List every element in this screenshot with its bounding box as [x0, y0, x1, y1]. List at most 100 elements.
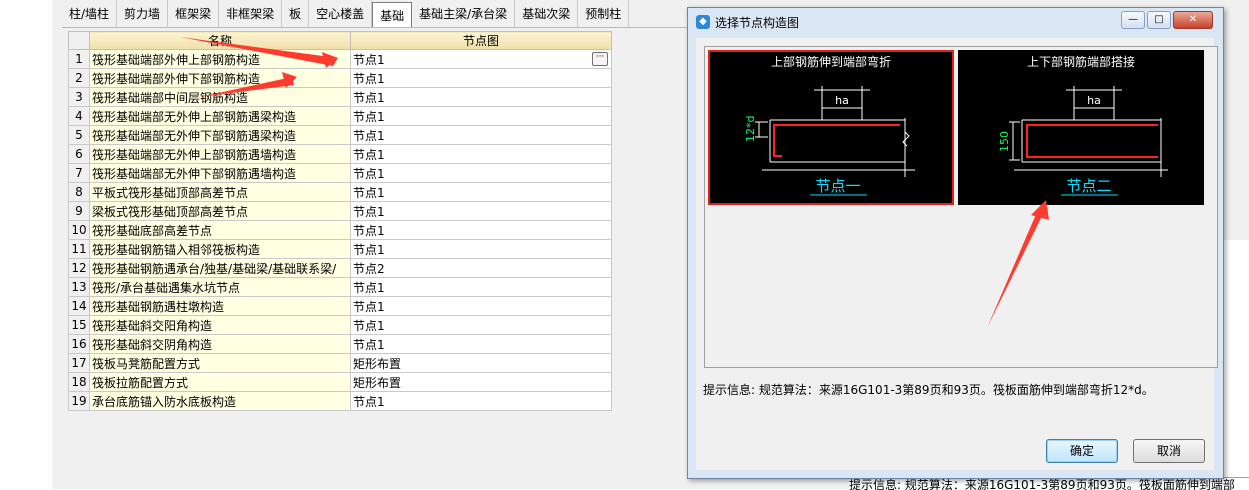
row-node-cell[interactable]: 节点1	[350, 296, 612, 316]
tab-9[interactable]: 预制柱	[578, 0, 630, 27]
table-row[interactable]: 3 筏形基础端部中间层钢筋构造 节点1	[68, 87, 612, 107]
row-node-value: 节点1	[353, 147, 385, 162]
row-node-cell[interactable]: 节点1	[350, 182, 612, 202]
row-name-cell[interactable]: 筏形基础钢筋遇承台/独基/基础梁/基础联系梁/	[89, 258, 351, 278]
row-node-cell[interactable]: 节点1	[350, 220, 612, 240]
table-row[interactable]: 4 筏形基础端部无外伸上部钢筋遇梁构造 节点1	[68, 106, 612, 126]
row-number: 12	[68, 258, 90, 278]
column-header-name: 名称	[89, 31, 351, 50]
tab-4[interactable]: 板	[282, 0, 310, 27]
node-preview-2[interactable]: 上下部钢筋端部搭接 ha 150 节点二	[958, 50, 1204, 205]
left-panel-strip	[0, 0, 53, 489]
hint-info-text: 提示信息: 规范算法：来源16G101-3第89页和93页。筏板面筋伸到端部弯折…	[703, 383, 1154, 397]
row-number: 2	[68, 68, 90, 88]
row-name-cell[interactable]: 筏形基础钢筋遇柱墩构造	[89, 296, 351, 316]
row-name-cell[interactable]: 筏板马凳筋配置方式	[89, 353, 351, 373]
row-node-cell[interactable]: 节点1	[350, 68, 612, 88]
row-name-cell[interactable]: 筏形基础端部无外伸上部钢筋遇梁构造	[89, 106, 351, 126]
row-node-cell[interactable]: 节点1	[350, 391, 612, 411]
preview-title-1: 上部钢筋伸到端部弯折	[771, 54, 891, 69]
table-row[interactable]: 6 筏形基础端部无外伸上部钢筋遇墙构造 节点1	[68, 144, 612, 164]
tab-3[interactable]: 非框架梁	[219, 0, 283, 27]
tab-7[interactable]: 基础主梁/承台梁	[412, 0, 516, 27]
row-node-cell[interactable]: 节点2	[350, 258, 612, 278]
row-name-cell[interactable]: 筏形基础端部中间层钢筋构造	[89, 87, 351, 107]
rebar-top-2	[1026, 124, 1158, 145]
row-node-cell[interactable]: 节点1	[350, 125, 612, 145]
table-row[interactable]: 16 筏形基础斜交阴角构造 节点1	[68, 334, 612, 354]
node-preview-1[interactable]: 上部钢筋伸到端部弯折 ha 12*d 节点一	[708, 50, 954, 205]
row-node-cell[interactable]: 节点1	[350, 277, 612, 297]
row-node-cell[interactable]: 节点1	[350, 144, 612, 164]
row-node-cell[interactable]: 节点1	[350, 239, 612, 259]
tab-6[interactable]: 基础	[372, 2, 413, 27]
table-row[interactable]: 10 筏形基础底部高差节点 节点1	[68, 220, 612, 240]
tab-0[interactable]: 柱/墙柱	[62, 0, 118, 27]
row-number: 15	[68, 315, 90, 335]
table-row[interactable]: 2 筏形基础端部外伸下部钢筋构造 节点1	[68, 68, 612, 88]
row-name-cell[interactable]: 筏形基础端部无外伸上部钢筋遇墙构造	[89, 144, 351, 164]
row-number: 4	[68, 106, 90, 126]
table-row[interactable]: 12 筏形基础钢筋遇承台/独基/基础梁/基础联系梁/节点2	[68, 258, 612, 278]
ok-button[interactable]: 确定	[1046, 439, 1118, 463]
row-node-value: 节点1	[353, 318, 385, 333]
node-drawing-1: 上部钢筋伸到端部弯折 ha 12*d 节点一	[744, 54, 915, 196]
row-node-value: 节点1	[353, 71, 385, 86]
tab-2[interactable]: 框架梁	[168, 0, 220, 27]
table-row[interactable]: 9 梁板式筏形基础顶部高差节点 节点1	[68, 201, 612, 221]
tab-1[interactable]: 剪力墙	[117, 0, 169, 27]
row-node-cell[interactable]: 节点1	[350, 315, 612, 335]
row-node-cell[interactable]: 节点1	[350, 163, 612, 183]
row-name-cell[interactable]: 筏形基础斜交阴角构造	[89, 334, 351, 354]
table-row[interactable]: 19 承台底筋锚入防水底板构造 节点1	[68, 391, 612, 411]
row-name-cell[interactable]: 筏形基础底部高差节点	[89, 220, 351, 240]
row-number: 13	[68, 277, 90, 297]
table-row[interactable]: 11 筏形基础钢筋锚入相邻筏板构造 节点1	[68, 239, 612, 259]
row-name-cell[interactable]: 平板式筏形基础顶部高差节点	[89, 182, 351, 202]
table-row[interactable]: 17 筏板马凳筋配置方式 矩形布置	[68, 353, 612, 373]
row-node-value: 节点1	[353, 337, 385, 352]
dialog-client: 上部钢筋伸到端部弯折 ha 12*d 节点一 上下部钢筋端部搭接 ha 150 …	[696, 38, 1218, 470]
table-row[interactable]: 15 筏形基础斜交阳角构造 节点1	[68, 315, 612, 335]
table-row[interactable]: 5 筏形基础端部无外伸下部钢筋遇梁构造 节点1	[68, 125, 612, 145]
table-row[interactable]: 8 平板式筏形基础顶部高差节点 节点1	[68, 182, 612, 202]
maximize-button[interactable]: □	[1147, 11, 1171, 29]
row-name-cell[interactable]: 筏形基础端部外伸下部钢筋构造	[89, 68, 351, 88]
row-node-cell[interactable]: 节点1	[350, 87, 612, 107]
row-number: 5	[68, 125, 90, 145]
row-node-cell[interactable]: 节点1 ···	[350, 49, 612, 69]
table-row[interactable]: 1 筏形基础端部外伸上部钢筋构造 节点1 ···	[68, 49, 612, 69]
rebar-path-1	[773, 124, 900, 157]
tab-5[interactable]: 空心楼盖	[309, 0, 373, 27]
row-node-cell[interactable]: 节点1	[350, 201, 612, 221]
preview-title-2: 上下部钢筋端部搭接	[1027, 54, 1135, 69]
row-name-cell[interactable]: 筏形基础斜交阳角构造	[89, 315, 351, 335]
row-name-cell[interactable]: 筏形基础端部无外伸下部钢筋遇墙构造	[89, 163, 351, 183]
row-node-cell[interactable]: 矩形布置	[350, 372, 612, 392]
row-name-cell[interactable]: 筏形基础钢筋锚入相邻筏板构造	[89, 239, 351, 259]
ellipsis-icon[interactable]: ···	[592, 52, 608, 66]
background-panel-edge	[1222, 240, 1249, 489]
row-name-cell[interactable]: 梁板式筏形基础顶部高差节点	[89, 201, 351, 221]
tab-8[interactable]: 基础次梁	[515, 0, 579, 27]
table-row[interactable]: 13 筏形/承台基础遇集水坑节点 节点1	[68, 277, 612, 297]
select-node-dialog[interactable]: ◆ 选择节点构造图 — □ ✕ 上部钢筋伸到端部弯折 ha 12*d 节点一 上…	[687, 7, 1224, 479]
close-button[interactable]: ✕	[1173, 11, 1213, 29]
row-name-cell[interactable]: 筏形基础端部外伸上部钢筋构造	[89, 49, 351, 69]
row-node-value: 节点1	[353, 299, 385, 314]
row-name-cell[interactable]: 筏形/承台基础遇集水坑节点	[89, 277, 351, 297]
row-node-cell[interactable]: 节点1	[350, 334, 612, 354]
row-name-cell[interactable]: 承台底筋锚入防水底板构造	[89, 391, 351, 411]
row-node-cell[interactable]: 矩形布置	[350, 353, 612, 373]
category-tabbar: 柱/墙柱 剪力墙 框架梁 非框架梁板空心楼盖 基础 基础主梁/承台梁 基础次梁 预制柱	[62, 0, 742, 28]
table-row[interactable]: 7 筏形基础端部无外伸下部钢筋遇墙构造 节点1	[68, 163, 612, 183]
table-header-row: 名称 节点图	[68, 31, 612, 50]
cancel-button[interactable]: 取消	[1133, 439, 1205, 463]
row-node-cell[interactable]: 节点1	[350, 106, 612, 126]
row-name-cell[interactable]: 筏形基础端部无外伸下部钢筋遇梁构造	[89, 125, 351, 145]
table-row[interactable]: 18 筏板拉筋配置方式 矩形布置	[68, 372, 612, 392]
maximize-icon: □	[1154, 14, 1164, 25]
row-name-cell[interactable]: 筏板拉筋配置方式	[89, 372, 351, 392]
table-row[interactable]: 14 筏形基础钢筋遇柱墩构造 节点1	[68, 296, 612, 316]
minimize-button[interactable]: —	[1121, 11, 1145, 29]
